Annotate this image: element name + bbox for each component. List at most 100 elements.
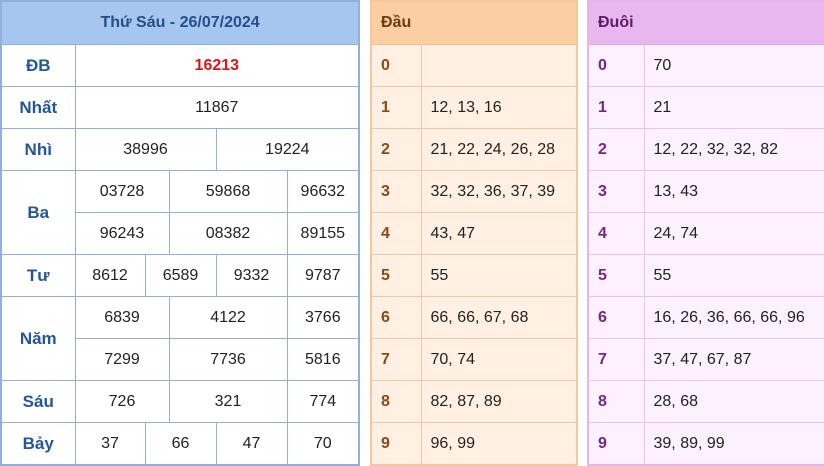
- prize-label: Bảy: [0, 422, 76, 466]
- prize-value: 321: [168, 380, 288, 423]
- dau-row: 8 82, 87, 89: [370, 380, 578, 423]
- dau-row: 5 55: [370, 254, 578, 297]
- prize-row-nhi: Nhì 38996 19224: [0, 128, 360, 171]
- dau-row: 7 70, 74: [370, 338, 578, 381]
- prize-label: Nhì: [0, 128, 76, 171]
- duoi-digit: 7: [587, 338, 645, 381]
- dau-row: 9 96, 99: [370, 422, 578, 466]
- dau-numbers: 96, 99: [420, 422, 578, 466]
- duoi-row: 4 24, 74: [587, 212, 824, 255]
- prize-value: 66: [144, 422, 217, 466]
- prize-label: Tư: [0, 254, 76, 297]
- prize-row-nhat: Nhất 11867: [0, 86, 360, 129]
- duoi-row: 9 39, 89, 99: [587, 422, 824, 466]
- prize-value: 7299: [74, 338, 170, 381]
- dau-numbers: 21, 22, 24, 26, 28: [420, 128, 578, 171]
- prize-value: 96243: [74, 212, 170, 255]
- dau-numbers: 12, 13, 16: [420, 86, 578, 129]
- prize-row-db: ĐB 16213: [0, 44, 360, 87]
- duoi-numbers: 70: [643, 44, 824, 87]
- dau-digit: 7: [370, 338, 422, 381]
- dau-rows: 0 1 12, 13, 16 2 21, 22, 24, 26, 28 3 32, 32, …: [370, 44, 578, 466]
- prize-value: 03728: [74, 170, 170, 213]
- duoi-numbers: 28, 68: [643, 380, 824, 423]
- prize-row-nam: Năm 6839 4122 3766: [0, 296, 360, 381]
- prize-value: 11867: [74, 86, 360, 129]
- dau-row: 2 21, 22, 24, 26, 28: [370, 128, 578, 171]
- dau-digit: 8: [370, 380, 422, 423]
- prize-row-ba: Ba 03728 59868 96632: [0, 170, 360, 255]
- prize-value: 9787: [286, 254, 360, 297]
- lottery-results-table: Thứ Sáu - 26/07/2024 ĐB 16213 Nhất 11867…: [0, 0, 361, 466]
- dau-numbers: 32, 32, 36, 37, 39: [420, 170, 578, 213]
- dau-digit: 2: [370, 128, 422, 171]
- prize-value: 38996: [74, 128, 217, 171]
- dau-header: Đầu: [370, 0, 578, 45]
- dau-digit: 0: [370, 44, 422, 87]
- duoi-row: 7 37, 47, 67, 87: [587, 338, 824, 381]
- duoi-numbers: 16, 26, 36, 66, 66, 96: [643, 296, 824, 339]
- prize-value: 70: [286, 422, 360, 466]
- prize-value: 4122: [168, 296, 288, 339]
- prize-row-bay: Bảy 37 66 47 70: [0, 422, 360, 466]
- dau-digit: 9: [370, 422, 422, 466]
- dau-row: 1 12, 13, 16: [370, 86, 578, 129]
- duoi-digit: 2: [587, 128, 645, 171]
- prize-value: 08382: [168, 212, 288, 255]
- duoi-digit: 8: [587, 380, 645, 423]
- prize-value: 774: [286, 380, 360, 423]
- dau-digit: 5: [370, 254, 422, 297]
- prize-value: 47: [215, 422, 288, 466]
- duoi-digit: 5: [587, 254, 645, 297]
- duoi-digit: 1: [587, 86, 645, 129]
- duoi-numbers: 13, 43: [643, 170, 824, 213]
- duoi-row: 2 12, 22, 32, 32, 82: [587, 128, 824, 171]
- prize-value: 726: [74, 380, 170, 423]
- prize-value: 59868: [168, 170, 288, 213]
- prize-value: 5816: [286, 338, 360, 381]
- prize-value: 6839: [74, 296, 170, 339]
- dau-table: Đầu 0 1 12, 13, 16 2 21, 22, 24, 26, 28 3 32, …: [370, 0, 579, 466]
- duoi-digit: 6: [587, 296, 645, 339]
- dau-numbers: 82, 87, 89: [420, 380, 578, 423]
- duoi-numbers: 21: [643, 86, 824, 129]
- prize-value: 19224: [215, 128, 360, 171]
- prize-value: 3766: [286, 296, 360, 339]
- dau-numbers: [420, 44, 578, 87]
- duoi-digit: 3: [587, 170, 645, 213]
- prize-value: 9332: [215, 254, 288, 297]
- prize-value: 6589: [144, 254, 217, 297]
- prize-label: Năm: [0, 296, 76, 381]
- dau-numbers: 70, 74: [420, 338, 578, 381]
- dau-digit: 3: [370, 170, 422, 213]
- duoi-row: 6 16, 26, 36, 66, 66, 96: [587, 296, 824, 339]
- duoi-digit: 4: [587, 212, 645, 255]
- prize-value: 96632: [286, 170, 360, 213]
- dau-numbers: 55: [420, 254, 578, 297]
- prize-label: ĐB: [0, 44, 76, 87]
- prize-label: Sáu: [0, 380, 76, 423]
- prize-value: 37: [74, 422, 146, 466]
- duoi-row: 8 28, 68: [587, 380, 824, 423]
- results-date-title: Thứ Sáu - 26/07/2024: [0, 0, 360, 45]
- prize-row-tu: Tư 8612 6589 9332 9787: [0, 254, 360, 297]
- prize-value: 16213: [74, 44, 360, 87]
- duoi-numbers: 24, 74: [643, 212, 824, 255]
- dau-digit: 4: [370, 212, 422, 255]
- prize-row-sau: Sáu 726 321 774: [0, 380, 360, 423]
- duoi-row: 5 55: [587, 254, 824, 297]
- duoi-header: Đuôi: [587, 0, 824, 45]
- dau-row: 0: [370, 44, 578, 87]
- duoi-row: 3 13, 43: [587, 170, 824, 213]
- prize-value: 8612: [74, 254, 146, 297]
- dau-numbers: 43, 47: [420, 212, 578, 255]
- dau-row: 3 32, 32, 36, 37, 39: [370, 170, 578, 213]
- duoi-numbers: 39, 89, 99: [643, 422, 824, 466]
- duoi-numbers: 12, 22, 32, 32, 82: [643, 128, 824, 171]
- duoi-rows: 0 70 1 21 2 12, 22, 32, 32, 82 3 13, 43 4 24, 74 5…: [587, 44, 824, 466]
- prize-label: Ba: [0, 170, 76, 255]
- duoi-numbers: 55: [643, 254, 824, 297]
- duoi-table: Đuôi 0 70 1 21 2 12, 22, 32, 32, 82 3 13, 43 4 24…: [587, 0, 824, 466]
- prize-value: 89155: [286, 212, 360, 255]
- duoi-row: 1 21: [587, 86, 824, 129]
